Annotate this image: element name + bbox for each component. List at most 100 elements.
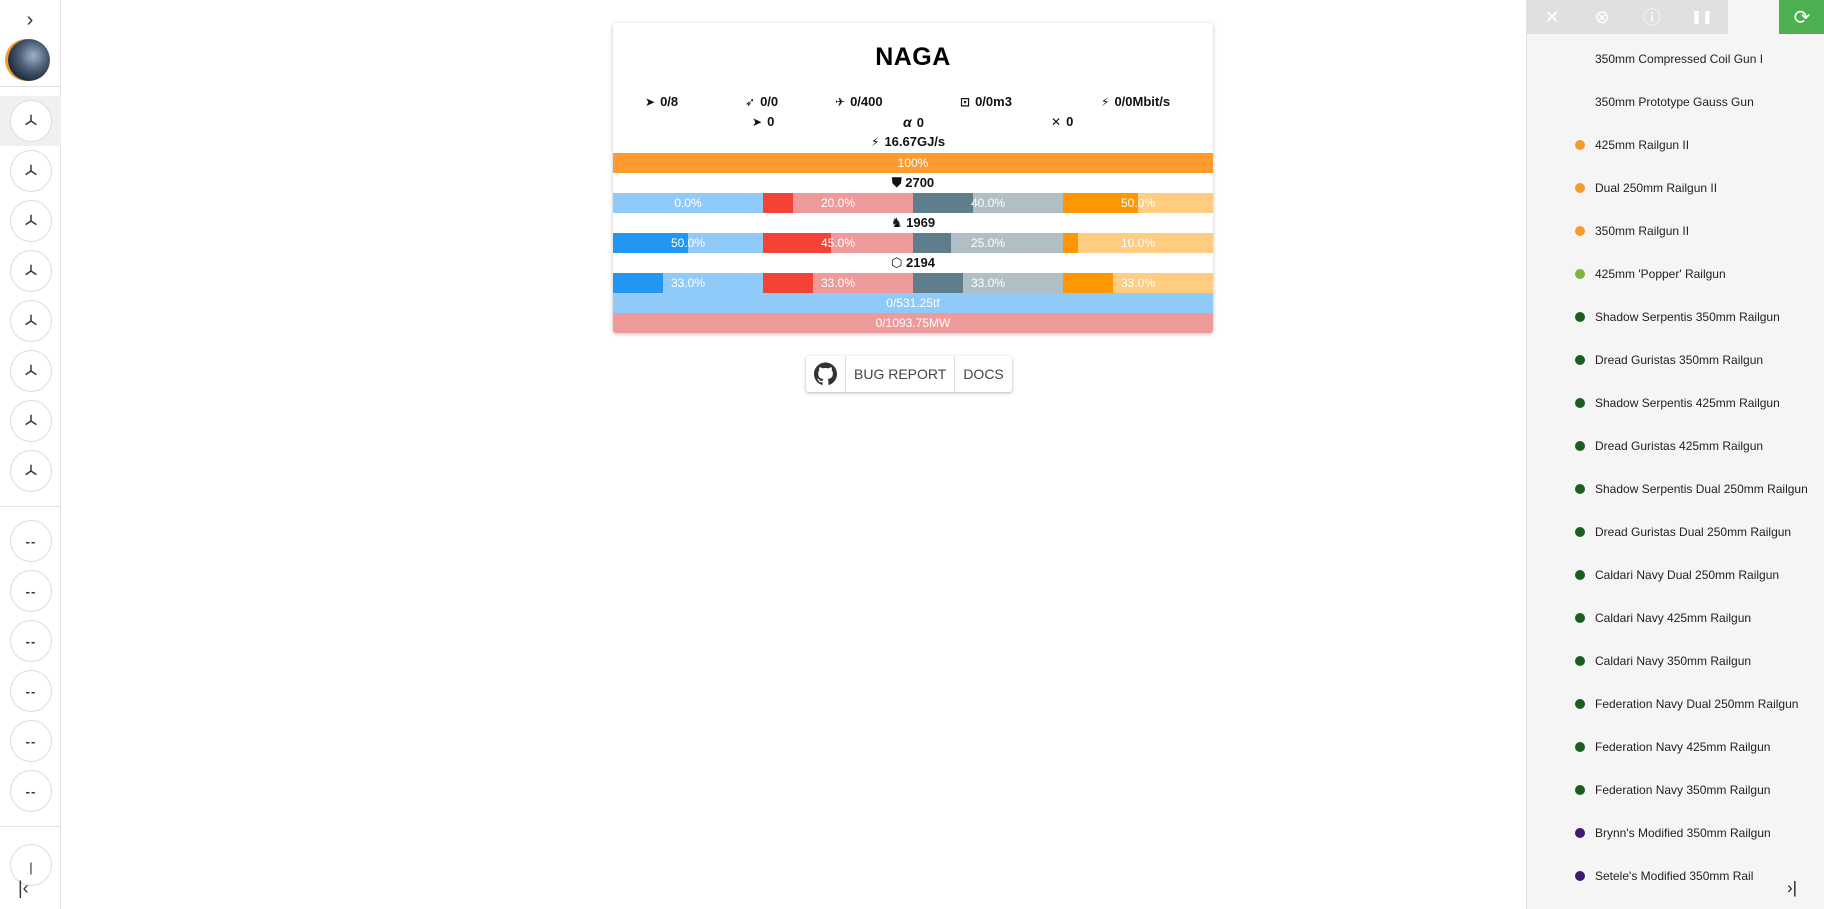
turret-slot-icon [25, 214, 37, 226]
ship-avatar[interactable] [8, 39, 50, 81]
dps-icon: ➤ [752, 114, 763, 129]
module-list-item[interactable]: Brynn's Modified 350mm Railgun [1527, 811, 1824, 854]
module-name: Dread Guristas 425mm Railgun [1595, 438, 1764, 453]
shield-explosive-resist: 50.0% [1063, 193, 1213, 213]
module-list-item[interactable]: Federation Navy Dual 250mm Railgun [1527, 682, 1824, 725]
module-list-item[interactable]: Federation Navy 350mm Railgun [1527, 768, 1824, 811]
docs-button[interactable]: DOCS [955, 356, 1011, 392]
cargo-stat: ⊡ 0/0m3 [960, 94, 1012, 109]
module-name: Federation Navy 350mm Railgun [1595, 782, 1771, 797]
mid-slot[interactable]: -- [10, 570, 52, 612]
armor-icon: ♞ [890, 215, 903, 230]
high-slot[interactable] [10, 400, 52, 442]
link-button-group: BUG REPORT DOCS [806, 356, 1012, 392]
module-list-item[interactable]: Dual 250mm Railgun II [1527, 166, 1824, 209]
info-icon[interactable]: ⓘ [1627, 0, 1677, 34]
turret-slot-icon [25, 114, 37, 126]
github-icon[interactable] [806, 356, 846, 392]
armor-kinetic-resist: 25.0% [913, 233, 1063, 253]
armor-hp-value: 1969 [906, 215, 936, 230]
module-list-item[interactable]: 350mm Railgun II [1527, 209, 1824, 252]
meta-level-dot [1575, 354, 1585, 365]
high-slot[interactable] [10, 450, 52, 492]
high-slot[interactable] [10, 300, 52, 342]
module-name: Dread Guristas 350mm Railgun [1595, 352, 1764, 367]
module-name: Federation Navy 425mm Railgun [1595, 739, 1771, 754]
close-icon[interactable]: ✕ [1527, 0, 1577, 34]
turret-slot-icon [25, 164, 37, 176]
module-list-item[interactable]: Dread Guristas 350mm Railgun [1527, 338, 1824, 381]
module-list-item[interactable]: 350mm Compressed Coil Gun I [1527, 37, 1824, 80]
module-list-item[interactable]: 425mm Railgun II [1527, 123, 1824, 166]
first-page-icon[interactable]: |‹ [18, 878, 29, 899]
module-list-item[interactable]: Federation Navy 425mm Railgun [1527, 725, 1824, 768]
turret-slot-icon [25, 414, 37, 426]
meta-level-dot [1575, 827, 1585, 838]
low-slot[interactable]: | [10, 844, 52, 886]
meta-level-dot [1575, 612, 1585, 623]
capacitor-value: 16.67GJ/s [884, 134, 946, 149]
module-name: Brynn's Modified 350mm Railgun [1595, 825, 1771, 840]
mid-slot-label: -- [25, 683, 37, 699]
hull-kinetic-resist: 33.0% [913, 273, 1063, 293]
module-list-item[interactable]: 350mm Prototype Gauss Gun [1527, 80, 1824, 123]
meta-level-dot [1575, 139, 1585, 150]
bug-report-button[interactable]: BUG REPORT [846, 356, 956, 392]
turret-stat: ➤ 0/8 [645, 94, 678, 109]
armor-resists: 50.0% 45.0% 25.0% 10.0% [613, 233, 1213, 253]
meta-level-dot [1575, 311, 1585, 322]
power-bar: 0/1093.75MW [613, 313, 1213, 333]
module-list-item[interactable]: Shadow Serpentis Dual 250mm Railgun [1527, 467, 1824, 510]
module-name: Federation Navy Dual 250mm Railgun [1595, 696, 1799, 711]
drone-icon: ✈ [835, 94, 846, 109]
module-name: Dual 250mm Railgun II [1595, 180, 1718, 195]
module-list-item[interactable]: Setele's Modified 350mm Rail [1527, 854, 1824, 897]
module-list-item[interactable]: Shadow Serpentis 350mm Railgun [1527, 295, 1824, 338]
cancel-circle-icon[interactable]: ⊗ [1577, 0, 1627, 34]
module-list-item[interactable]: Shadow Serpentis 425mm Railgun [1527, 381, 1824, 424]
module-list-item[interactable]: Caldari Navy Dual 250mm Railgun [1527, 553, 1824, 596]
shield-resists: 0.0% 20.0% 40.0% 50.0% [613, 193, 1213, 213]
meta-level-dot [1575, 268, 1585, 279]
high-slot[interactable] [10, 200, 52, 242]
module-list-item[interactable]: 425mm 'Popper' Railgun [1527, 252, 1824, 295]
hull-em-resist: 33.0% [613, 273, 763, 293]
cargo-icon: ⊡ [960, 94, 971, 109]
module-name: Shadow Serpentis 350mm Railgun [1595, 309, 1780, 324]
module-name: 350mm Compressed Coil Gun I [1595, 51, 1764, 66]
high-slot[interactable] [10, 350, 52, 392]
high-slot[interactable] [10, 150, 52, 192]
mid-slot-label: -- [25, 633, 37, 649]
shield-em-resist: 0.0% [613, 193, 763, 213]
hull-resists: 33.0% 33.0% 33.0% 33.0% [613, 273, 1213, 293]
low-slot-label: | [29, 860, 33, 875]
ship-stats-card: NAGA ➤ 0/8 ➶ 0/0 ✈ 0/400 ⊡ 0/0m3 ⚡ 0/0Mb… [613, 23, 1213, 333]
turret-slot-icon [25, 464, 37, 476]
mid-slot[interactable]: -- [10, 670, 52, 712]
mid-slot[interactable]: -- [10, 770, 52, 812]
high-slot[interactable] [10, 250, 52, 292]
resist-value: 50.0% [670, 236, 706, 250]
pause-icon[interactable]: ❚❚ [1677, 0, 1727, 34]
module-list-item[interactable]: Dread Guristas Dual 250mm Railgun [1527, 510, 1824, 553]
resist-value: 40.0% [970, 196, 1006, 210]
resist-value: 33.0% [820, 276, 856, 290]
turret-icon: ➤ [645, 94, 656, 109]
armor-explosive-resist: 10.0% [1063, 233, 1213, 253]
module-list-item[interactable]: Caldari Navy 425mm Railgun [1527, 596, 1824, 639]
high-slot[interactable] [10, 100, 52, 142]
module-list-item[interactable]: Dread Guristas 425mm Railgun [1527, 424, 1824, 467]
sync-icon[interactable]: ⟳ [1779, 0, 1824, 34]
hull-hp-value: 2194 [906, 255, 935, 270]
module-browser-panel: ✕ ⊗ ⓘ ❚❚ ⟳ 350mm Compressed Coil Gun I 35… [1526, 0, 1824, 909]
meta-level-dot [1575, 225, 1585, 236]
chevron-right-icon[interactable]: › [18, 8, 42, 32]
drone-stat: ✈ 0/400 [835, 94, 883, 109]
divider [0, 826, 61, 827]
mid-slot[interactable]: -- [10, 720, 52, 762]
mid-slot[interactable]: -- [10, 520, 52, 562]
meta-level-dot [1575, 698, 1585, 709]
mid-slot[interactable]: -- [10, 620, 52, 662]
module-list-item[interactable]: Caldari Navy 350mm Railgun [1527, 639, 1824, 682]
last-page-icon[interactable]: ›| [1787, 878, 1797, 898]
